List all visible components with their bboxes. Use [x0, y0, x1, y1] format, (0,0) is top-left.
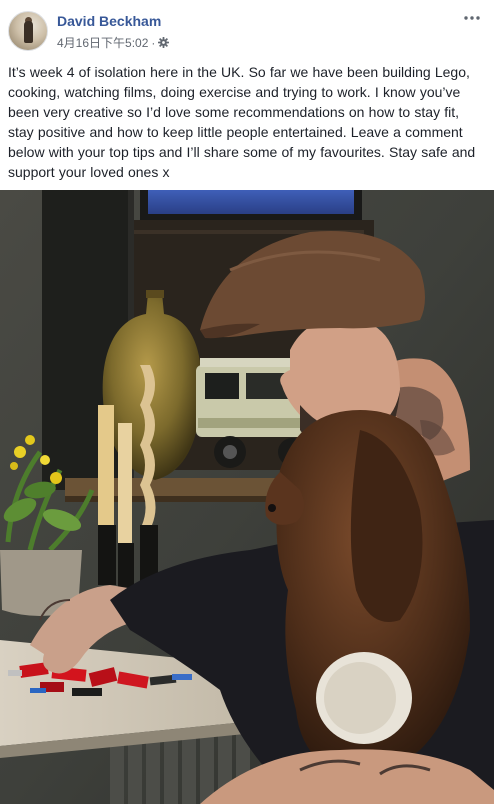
gear-icon[interactable] — [158, 37, 170, 48]
meta-separator: · — [151, 35, 156, 50]
photo-illustration — [0, 190, 494, 804]
more-horizontal-icon — [464, 16, 480, 20]
post-header: David Beckham 4月16日下午5:02 · — [0, 0, 494, 60]
post-photo[interactable] — [0, 190, 494, 804]
more-options-button[interactable] — [462, 10, 482, 26]
author-name-link[interactable]: David Beckham — [57, 13, 161, 29]
author-avatar[interactable] — [8, 11, 48, 51]
post-body-text: It’s week 4 of isolation here in the UK.… — [8, 64, 476, 180]
post-timestamp[interactable]: 4月16日下午5:02 — [57, 34, 148, 51]
avatar-figure-body — [24, 21, 33, 43]
post-meta: 4月16日下午5:02 · — [57, 34, 170, 51]
